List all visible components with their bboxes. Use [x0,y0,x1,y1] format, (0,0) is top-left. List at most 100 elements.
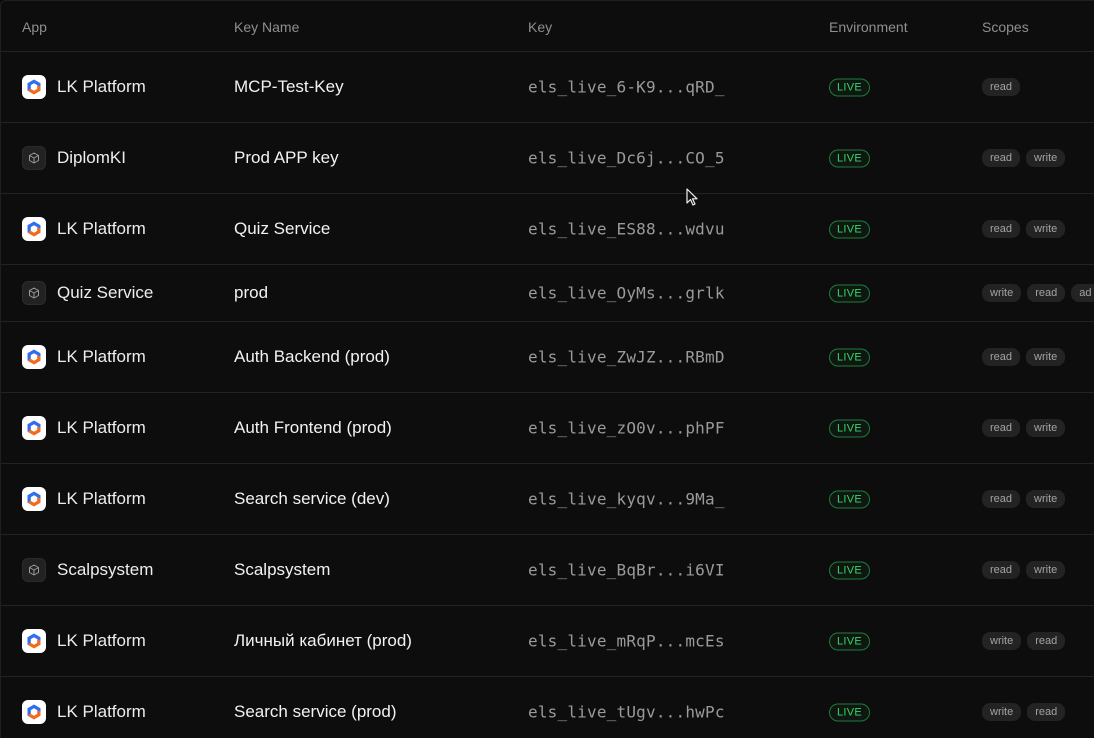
key-name[interactable]: Scalpsystem [234,560,330,580]
masked-key[interactable]: els_live_ZwJZ...RBmD [528,348,725,367]
app-name: DiplomKI [57,148,126,167]
column-header-app[interactable]: App [22,19,47,35]
scope-chip: read [982,561,1021,579]
app-cell: LK Platform [22,75,146,99]
key-name[interactable]: Auth Backend (prod) [234,347,390,367]
app-name: Quiz Service [57,283,154,302]
app-cell: LK Platform [22,217,146,241]
scopes-cell: read write [982,490,1066,508]
lk-platform-logo-icon [22,345,46,369]
masked-key[interactable]: els_live_ES88...wdvu [528,220,725,239]
lk-platform-logo-icon [22,487,46,511]
key-name[interactable]: Quiz Service [234,219,330,239]
environment-cell: LIVE [829,632,871,651]
scope-chip: read [982,348,1021,366]
cube-icon [22,146,46,170]
scope-chip: read [982,419,1021,437]
masked-key[interactable]: els_live_6-K9...qRD_ [528,78,725,97]
environment-badge: LIVE [829,419,871,438]
table-row[interactable]: LK Platform Quiz Service els_live_ES88...w… [1,194,1094,265]
environment-cell: LIVE [829,78,871,97]
lk-platform-logo-icon [22,700,46,724]
scope-chip: write [982,284,1022,302]
key-name[interactable]: Prod APP key [234,148,339,168]
app-cell: LK Platform [22,345,146,369]
scope-chip: write [982,632,1022,650]
environment-badge: LIVE [829,632,871,651]
scope-chip: read [982,149,1021,167]
app-cell: DiplomKI [22,146,126,170]
scopes-cell: read write [982,149,1066,167]
environment-cell: LIVE [829,348,871,367]
app-cell: LK Platform [22,700,146,724]
environment-cell: LIVE [829,284,871,303]
environment-cell: LIVE [829,149,871,168]
scope-chip: read [982,78,1021,96]
scopes-cell: write read [982,703,1066,721]
app-name: LK Platform [57,631,146,650]
cube-icon [22,281,46,305]
table-row[interactable]: LK Platform Личный кабинет (prod) els_live… [1,606,1094,677]
api-keys-table: App Key Name Key Environment Scopes LK P… [0,0,1094,738]
environment-cell: LIVE [829,561,871,580]
masked-key[interactable]: els_live_zO0v...phPF [528,419,725,438]
column-header-environment[interactable]: Environment [829,19,908,35]
scope-chip: write [1026,220,1066,238]
column-header-key-name[interactable]: Key Name [234,19,299,35]
app-name: LK Platform [57,77,146,96]
table-row[interactable]: LK Platform Search service (prod) els_live… [1,677,1094,738]
lk-platform-logo-icon [22,217,46,241]
environment-badge: LIVE [829,284,871,303]
scope-chip: write [1026,490,1066,508]
app-name: Scalpsystem [57,560,154,579]
app-cell: Quiz Service [22,281,153,305]
table-row[interactable]: Scalpsystem Scalpsystem els_live_BqBr...i6… [1,535,1094,606]
scope-chip: read [1027,703,1066,721]
masked-key[interactable]: els_live_OyMs...grlk [528,284,725,303]
app-name: LK Platform [57,418,146,437]
scope-chip: read [982,220,1021,238]
key-name[interactable]: Search service (prod) [234,702,397,722]
environment-cell: LIVE [829,490,871,509]
environment-badge: LIVE [829,149,871,168]
masked-key[interactable]: els_live_tUgv...hwPc [528,703,725,722]
cube-icon [22,558,46,582]
table-row[interactable]: LK Platform Auth Backend (prod) els_live_Z… [1,322,1094,393]
masked-key[interactable]: els_live_kyqv...9Ma_ [528,490,725,509]
app-cell: Scalpsystem [22,558,153,582]
environment-cell: LIVE [829,419,871,438]
lk-platform-logo-icon [22,75,46,99]
scopes-cell: read write [982,419,1066,437]
key-name[interactable]: MCP-Test-Key [234,77,344,97]
scopes-cell: read write [982,348,1066,366]
scope-chip: write [982,703,1022,721]
key-name[interactable]: Личный кабинет (prod) [234,631,412,651]
table-row[interactable]: LK Platform Search service (dev) els_live_… [1,464,1094,535]
scopes-cell: write read [982,632,1066,650]
scope-chip: read [1027,632,1066,650]
app-name: LK Platform [57,219,146,238]
mouse-cursor-icon [686,188,698,206]
environment-cell: LIVE [829,220,871,239]
masked-key[interactable]: els_live_Dc6j...CO_5 [528,149,725,168]
masked-key[interactable]: els_live_BqBr...i6VI [528,561,725,580]
key-name[interactable]: Search service (dev) [234,489,390,509]
column-header-scopes[interactable]: Scopes [982,19,1029,35]
table-row[interactable]: LK Platform Auth Frontend (prod) els_live_… [1,393,1094,464]
scopes-cell: write read ad [982,284,1094,302]
app-cell: LK Platform [22,416,146,440]
scopes-cell: read write [982,220,1066,238]
masked-key[interactable]: els_live_mRqP...mcEs [528,632,725,651]
lk-platform-logo-icon [22,629,46,653]
scope-chip: write [1026,149,1066,167]
table-row[interactable]: DiplomKI Prod APP key els_live_Dc6j...CO_5… [1,123,1094,194]
table-row[interactable]: Quiz Service prod els_live_OyMs...grlk LIVE… [1,265,1094,322]
environment-badge: LIVE [829,703,871,722]
column-header-key[interactable]: Key [528,19,552,35]
key-name[interactable]: prod [234,283,268,303]
table-row[interactable]: LK Platform MCP-Test-Key els_live_6-K9...q… [1,52,1094,123]
app-cell: LK Platform [22,487,146,511]
scope-chip: ad [1071,284,1094,302]
environment-badge: LIVE [829,220,871,239]
key-name[interactable]: Auth Frontend (prod) [234,418,392,438]
